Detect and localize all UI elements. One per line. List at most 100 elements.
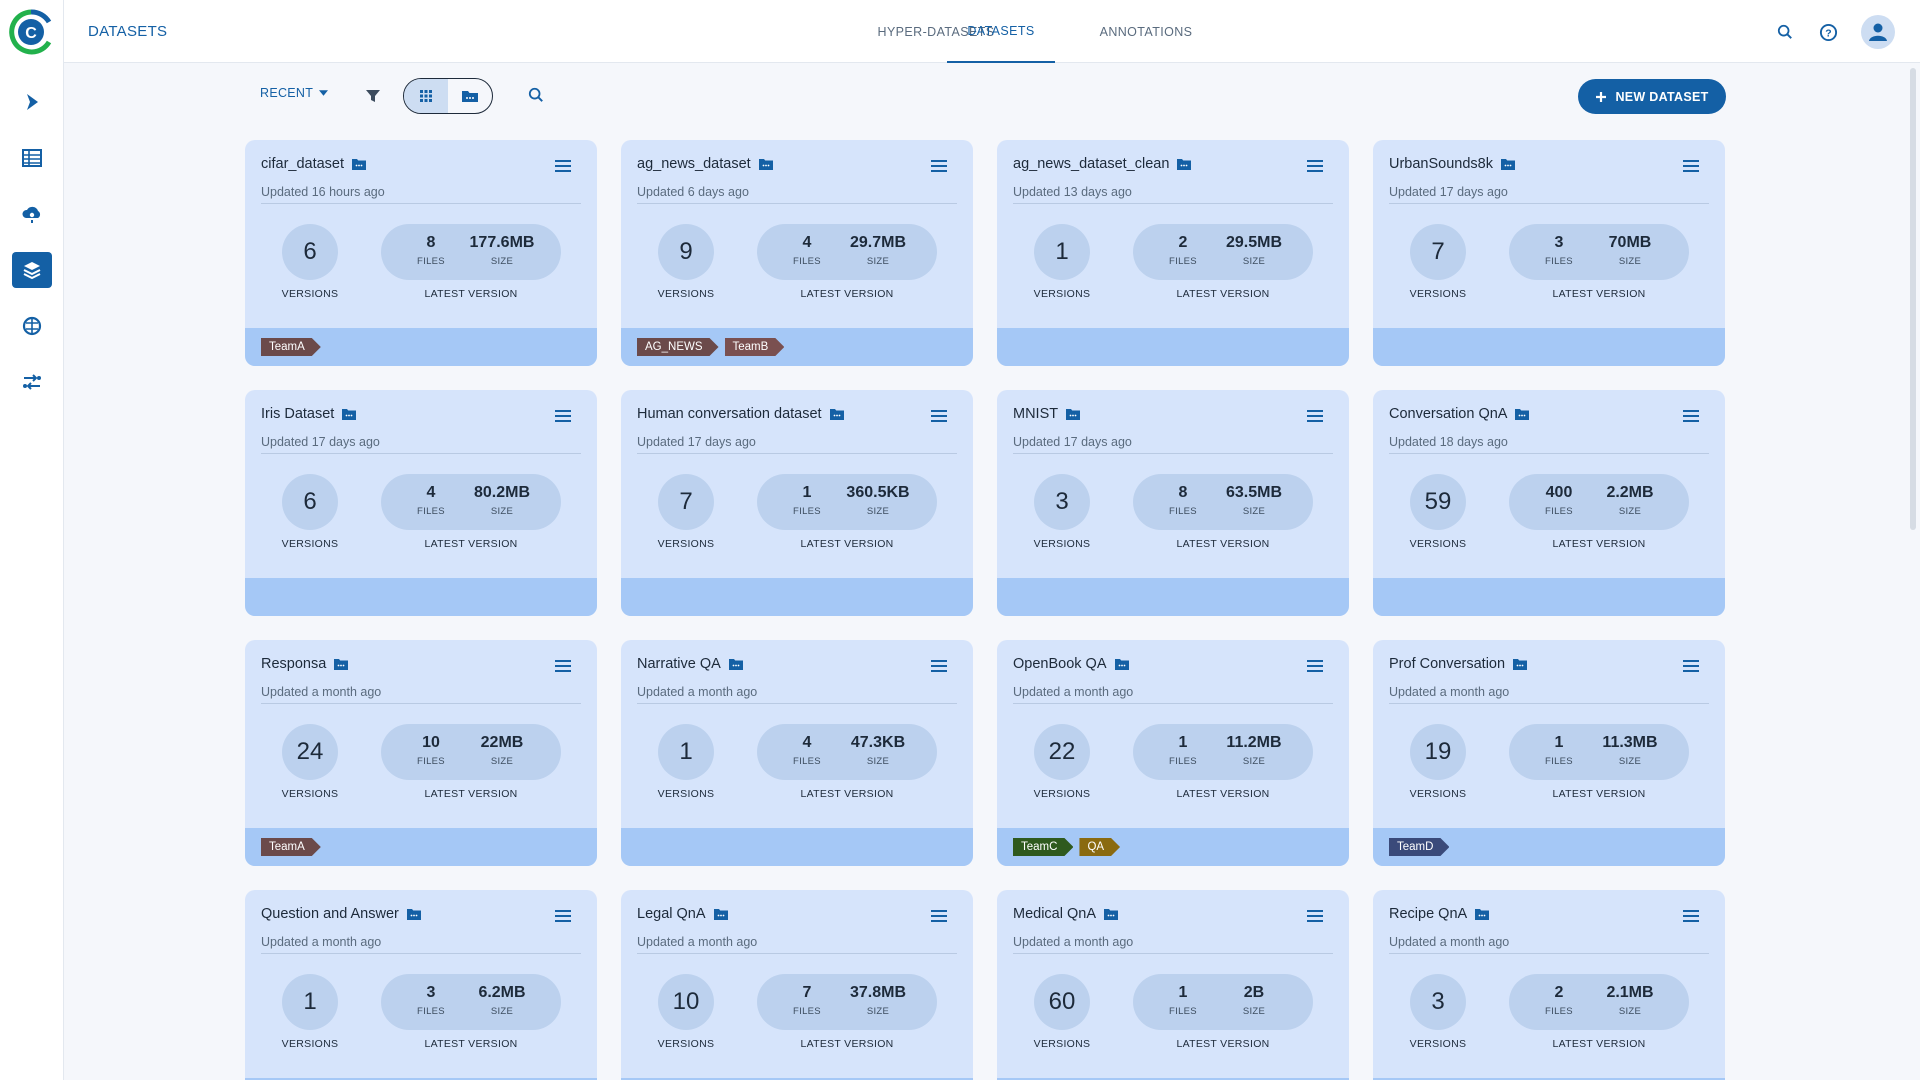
dataset-name: ag_news_dataset <box>637 156 773 172</box>
versions-label: VERSIONS <box>281 288 339 300</box>
card-divider <box>1389 203 1709 204</box>
clearml-logo[interactable]: C <box>9 8 53 56</box>
dataset-card[interactable]: OpenBook QA Updated a month ago 22 VERSI… <box>997 640 1349 866</box>
dataset-name: cifar_dataset <box>261 156 367 172</box>
latest-version-label: LATEST VERSION <box>1552 1038 1646 1050</box>
card-menu-icon[interactable] <box>929 408 949 424</box>
versions-count: 22 <box>1034 724 1090 780</box>
size-value: 22MB <box>480 734 524 751</box>
grid-view-button[interactable] <box>404 79 448 113</box>
folder-icon <box>829 409 844 420</box>
sidebar-item-datasets[interactable] <box>12 252 52 288</box>
dataset-card[interactable]: Human conversation dataset Updated 17 da… <box>621 390 973 616</box>
size-label: SIZE <box>866 506 890 517</box>
latest-version-label: LATEST VERSION <box>1176 538 1270 550</box>
card-menu-icon[interactable] <box>929 158 949 174</box>
files-label: FILES <box>417 1006 445 1017</box>
size-label: SIZE <box>1242 1006 1266 1017</box>
card-divider <box>637 453 957 454</box>
card-menu-icon[interactable] <box>553 658 573 674</box>
tag-badge[interactable]: QA <box>1079 838 1120 856</box>
card-menu-icon[interactable] <box>1305 908 1325 924</box>
dataset-updated: Updated a month ago <box>637 935 758 949</box>
tag-badge[interactable]: TeamA <box>261 838 321 856</box>
versions-count: 1 <box>658 724 714 780</box>
files-count: 1 <box>1554 734 1564 751</box>
versions-label: VERSIONS <box>657 788 715 800</box>
card-menu-icon[interactable] <box>1305 158 1325 174</box>
tag-badge[interactable]: TeamD <box>1389 838 1449 856</box>
card-menu-icon[interactable] <box>1305 658 1325 674</box>
dataset-name-text: Prof Conversation <box>1389 656 1506 672</box>
card-menu-icon[interactable] <box>553 908 573 924</box>
card-divider <box>261 953 581 954</box>
dataset-card[interactable]: ag_news_dataset Updated 6 days ago 9 VER… <box>621 140 973 366</box>
card-menu-icon[interactable] <box>929 908 949 924</box>
search-icon[interactable] <box>1773 20 1797 44</box>
dataset-card[interactable]: Medical QnA Updated a month ago 60 VERSI… <box>997 890 1349 1080</box>
user-avatar-icon[interactable] <box>1861 15 1895 49</box>
size-value: 29.7MB <box>849 234 907 251</box>
sidebar-item-workflows[interactable] <box>12 364 52 400</box>
card-menu-icon[interactable] <box>1681 908 1701 924</box>
card-menu-icon[interactable] <box>1681 658 1701 674</box>
latest-version-label: LATEST VERSION <box>1552 538 1646 550</box>
tab-datasets[interactable]: DATASETS <box>947 0 1055 63</box>
dataset-card[interactable]: Prof Conversation Updated a month ago 19… <box>1373 640 1725 866</box>
latest-version-pill: 4 FILES 80.2MB SIZE <box>381 474 561 530</box>
card-menu-icon[interactable] <box>1305 408 1325 424</box>
dataset-name-text: OpenBook QA <box>1013 656 1107 672</box>
sort-dropdown[interactable]: RECENT <box>260 86 329 100</box>
dataset-card[interactable]: ag_news_dataset_clean Updated 13 days ag… <box>997 140 1349 366</box>
card-menu-icon[interactable] <box>929 658 949 674</box>
sidebar-item-experiments[interactable] <box>12 140 52 176</box>
folder-view-button[interactable] <box>448 79 492 113</box>
sidebar-item-orchestration[interactable] <box>12 196 52 232</box>
tab-annotations[interactable]: ANNOTATIONS <box>1078 0 1214 63</box>
sidebar-item-models[interactable] <box>12 308 52 344</box>
folder-icon <box>334 659 349 670</box>
dataset-name: ag_news_dataset_clean <box>1013 156 1192 172</box>
tag-badge[interactable]: TeamB <box>725 338 785 356</box>
files-label: FILES <box>1169 256 1197 267</box>
card-tags: TeamA <box>245 828 597 866</box>
folder-icon <box>1515 409 1530 420</box>
dataset-card[interactable]: Recipe QnA Updated a month ago 3 VERSION… <box>1373 890 1725 1080</box>
dataset-card[interactable]: Question and Answer Updated a month ago … <box>245 890 597 1080</box>
filter-icon[interactable] <box>364 87 382 105</box>
files-count: 4 <box>426 484 436 501</box>
tag-badge[interactable]: TeamC <box>1013 838 1073 856</box>
dataset-card[interactable]: MNIST Updated 17 days ago 3 VERSIONS 8 F… <box>997 390 1349 616</box>
size-label: SIZE <box>1242 506 1266 517</box>
new-dataset-button[interactable]: NEW DATASET <box>1578 79 1726 114</box>
size-value: 2.1MB <box>1606 984 1654 1001</box>
files-label: FILES <box>793 1006 821 1017</box>
card-menu-icon[interactable] <box>1681 408 1701 424</box>
tag-badge[interactable]: AG_NEWS <box>637 338 719 356</box>
dataset-card[interactable]: Responsa Updated a month ago 24 VERSIONS… <box>245 640 597 866</box>
dataset-card[interactable]: Iris Dataset Updated 17 days ago 6 VERSI… <box>245 390 597 616</box>
dataset-card[interactable]: Conversation QnA Updated 18 days ago 59 … <box>1373 390 1725 616</box>
help-icon[interactable]: ? <box>1816 20 1840 44</box>
card-menu-icon[interactable] <box>553 158 573 174</box>
card-menu-icon[interactable] <box>553 408 573 424</box>
dataset-name: Prof Conversation <box>1389 656 1528 672</box>
search-datasets-icon[interactable] <box>528 87 546 105</box>
card-divider <box>637 203 957 204</box>
files-label: FILES <box>1169 1006 1197 1017</box>
dataset-card[interactable]: cifar_dataset Updated 16 hours ago 6 VER… <box>245 140 597 366</box>
size-label: SIZE <box>1242 756 1266 767</box>
card-divider <box>1389 953 1709 954</box>
scrollbar[interactable] <box>1910 68 1916 530</box>
card-divider <box>1013 953 1333 954</box>
latest-version-label: LATEST VERSION <box>1176 288 1270 300</box>
files-count: 3 <box>426 984 436 1001</box>
dataset-card[interactable]: Legal QnA Updated a month ago 10 VERSION… <box>621 890 973 1080</box>
size-value: 11.3MB <box>1602 734 1658 751</box>
dataset-card[interactable]: Narrative QA Updated a month ago 1 VERSI… <box>621 640 973 866</box>
folder-icon <box>1114 659 1129 670</box>
sidebar-item-pipelines[interactable] <box>12 84 52 120</box>
dataset-card[interactable]: UrbanSounds8k Updated 17 days ago 7 VERS… <box>1373 140 1725 366</box>
card-menu-icon[interactable] <box>1681 158 1701 174</box>
tag-badge[interactable]: TeamA <box>261 338 321 356</box>
